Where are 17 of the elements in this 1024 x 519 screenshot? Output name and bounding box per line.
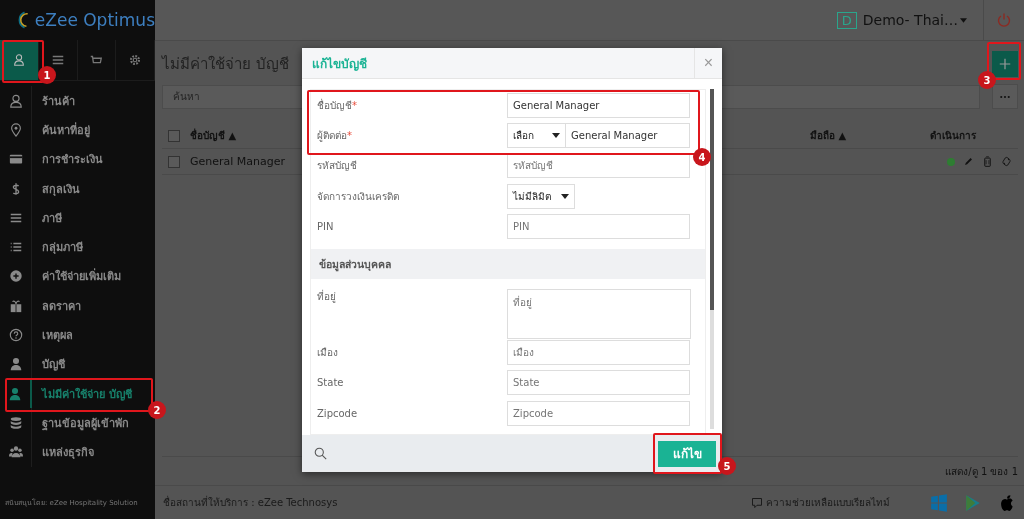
pagination-info: แสดง/ดู 1 ของ 1	[945, 464, 1018, 479]
brand-name: eZee Optimus	[34, 10, 155, 30]
column-header: ดำเนินการ	[930, 129, 977, 143]
field-label: เมือง	[317, 346, 339, 361]
table-cell: General Manager	[190, 155, 286, 168]
field-label: รหัสบัญชี	[317, 159, 358, 174]
dialog-title: แก้ไขบัญชี	[311, 55, 368, 73]
field-label: State	[317, 377, 345, 389]
provider-text: ชื่อสถานที่ให้บริการ : eZee Technosys	[163, 495, 338, 510]
field-label: ผู้ติดต่อ*	[317, 128, 353, 143]
field-label: จัดการวงเงินเครดิต	[317, 189, 400, 204]
field-label: ที่อยู่	[317, 289, 337, 305]
field-label: PIN	[317, 220, 335, 232]
property-initial: D	[836, 11, 857, 29]
field-label: ชื่อบัญชี*	[317, 97, 358, 113]
field-label: Zipcode	[317, 407, 359, 419]
section-header: ข้อมูลส่วนบุคคล	[311, 249, 705, 280]
